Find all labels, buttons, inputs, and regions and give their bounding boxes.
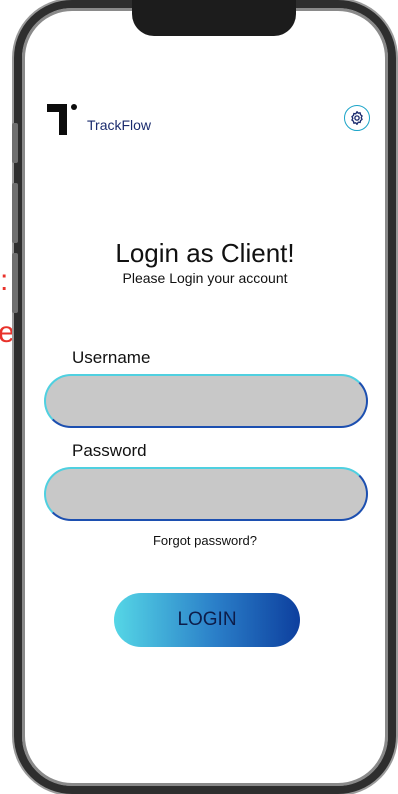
login-screen: TrackFlow Login as Client! Please Login … xyxy=(22,8,388,786)
gear-icon xyxy=(351,111,363,125)
app-brand: TrackFlow xyxy=(47,104,151,136)
phone-side-button xyxy=(12,183,18,243)
app-name: TrackFlow xyxy=(87,117,152,133)
background-text-fragment: : xyxy=(0,264,9,297)
page-subtitle: Please Login your account xyxy=(122,270,288,286)
phone-side-button xyxy=(12,123,18,163)
username-input[interactable] xyxy=(44,374,368,428)
password-label: Password xyxy=(72,441,147,460)
password-input[interactable] xyxy=(44,467,368,521)
login-button[interactable]: LOGIN xyxy=(114,593,300,647)
phone-side-button xyxy=(12,253,18,313)
settings-button[interactable] xyxy=(344,105,370,131)
forgot-password-link[interactable]: Forgot password? xyxy=(22,533,388,548)
phone-frame: TrackFlow Login as Client! Please Login … xyxy=(12,0,396,794)
app-logo-icon xyxy=(47,104,83,136)
page-title: Login as Client! xyxy=(115,238,295,268)
username-label: Username xyxy=(72,348,151,367)
